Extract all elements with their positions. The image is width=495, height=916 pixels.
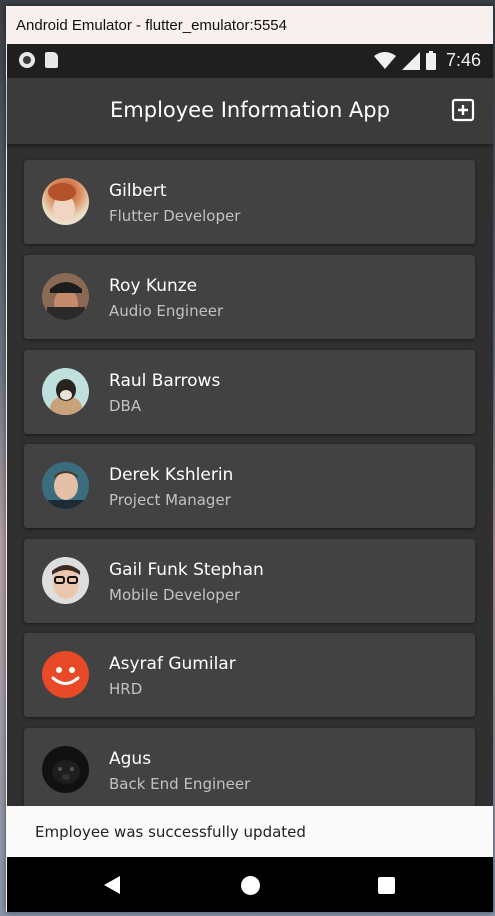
employee-list[interactable]: Gilbert Flutter Developer Roy Kunze Audi… bbox=[7, 144, 493, 806]
wifi-icon bbox=[373, 51, 396, 70]
avatar bbox=[42, 178, 89, 225]
employee-card[interactable]: Derek Kshlerin Project Manager bbox=[24, 444, 475, 528]
employee-role: Audio Engineer bbox=[109, 302, 224, 320]
avatar bbox=[42, 273, 89, 320]
battery-icon bbox=[425, 51, 436, 70]
employee-role: Back End Engineer bbox=[109, 775, 251, 793]
employee-card[interactable]: Agus Back End Engineer bbox=[24, 728, 475, 806]
window-title: Android Emulator - flutter_emulator:5554 bbox=[16, 17, 287, 34]
employee-name: Asyraf Gumilar bbox=[109, 654, 236, 674]
app-title: Employee Information App bbox=[110, 98, 390, 122]
employee-role: Flutter Developer bbox=[109, 207, 241, 225]
employee-role: Project Manager bbox=[109, 491, 231, 509]
employee-role: HRD bbox=[109, 680, 143, 698]
employee-name: Derek Kshlerin bbox=[109, 465, 234, 485]
emulator-window: Android Emulator - flutter_emulator:5554… bbox=[6, 6, 493, 912]
snackbar: Employee was successfully updated bbox=[7, 806, 493, 857]
add-box-icon bbox=[451, 98, 475, 122]
employee-card[interactable]: Raul Barrows DBA bbox=[24, 350, 475, 434]
snackbar-message: Employee was successfully updated bbox=[35, 823, 306, 841]
avatar bbox=[42, 462, 89, 509]
status-time: 7:46 bbox=[445, 50, 481, 70]
signal-icon bbox=[401, 51, 420, 70]
recents-icon[interactable] bbox=[378, 877, 395, 894]
employee-name: Agus bbox=[109, 749, 152, 769]
employee-name: Roy Kunze bbox=[109, 276, 198, 296]
employee-card[interactable]: Roy Kunze Audio Engineer bbox=[24, 255, 475, 339]
employee-role: Mobile Developer bbox=[109, 586, 241, 604]
employee-name: Raul Barrows bbox=[109, 371, 221, 391]
sd-card-icon bbox=[45, 52, 58, 68]
device-screen: 7:46 Employee Information App Gilbert Fl… bbox=[7, 44, 493, 912]
avatar bbox=[42, 368, 89, 415]
employee-card[interactable]: Gilbert Flutter Developer bbox=[24, 160, 475, 244]
employee-name: Gilbert bbox=[109, 181, 167, 201]
notification-dot-icon bbox=[19, 52, 35, 68]
avatar bbox=[42, 746, 89, 793]
employee-name: Gail Funk Stephan bbox=[109, 560, 264, 580]
employee-card[interactable]: Asyraf Gumilar HRD bbox=[24, 633, 475, 717]
smiley-icon bbox=[42, 651, 89, 698]
add-employee-button[interactable] bbox=[451, 98, 477, 124]
window-title-bar[interactable]: Android Emulator - flutter_emulator:5554 bbox=[6, 6, 493, 44]
employee-card[interactable]: Gail Funk Stephan Mobile Developer bbox=[24, 539, 475, 623]
home-icon[interactable] bbox=[241, 876, 260, 895]
app-bar: Employee Information App bbox=[7, 78, 493, 144]
employee-role: DBA bbox=[109, 397, 142, 415]
system-nav-bar bbox=[7, 857, 493, 912]
status-bar: 7:46 bbox=[7, 44, 493, 78]
avatar bbox=[42, 557, 89, 604]
back-icon[interactable] bbox=[103, 875, 121, 895]
